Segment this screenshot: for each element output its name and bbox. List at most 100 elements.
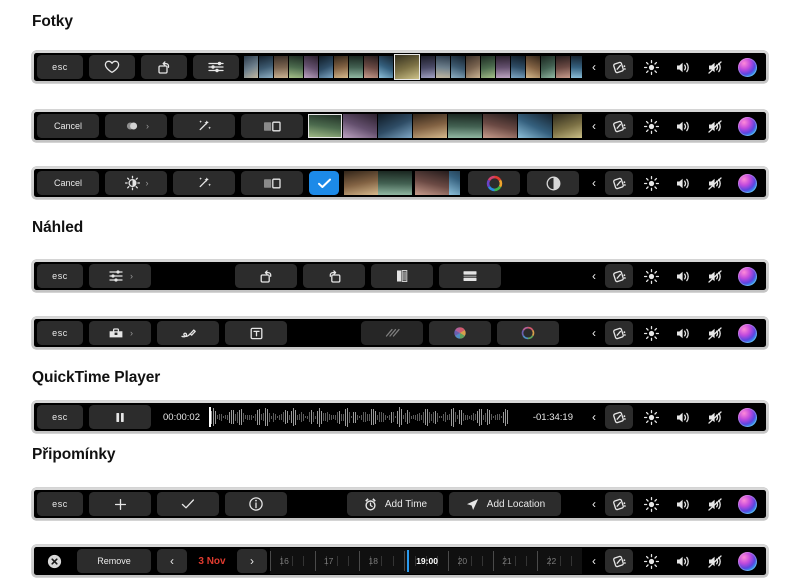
- photo-thumbnail[interactable]: [421, 56, 435, 78]
- esc-key[interactable]: esc: [37, 264, 83, 288]
- next-day-key[interactable]: ›: [237, 549, 267, 573]
- esc-key[interactable]: esc: [37, 55, 83, 79]
- keyboard-brightness-icon[interactable]: [605, 549, 633, 573]
- photo-thumbnail[interactable]: [518, 114, 552, 138]
- time-ruler-track[interactable]: 16 17 18 19:00 20 21 22: [270, 548, 582, 574]
- siri-icon[interactable]: [733, 114, 761, 138]
- photo-thumbnail[interactable]: [394, 54, 420, 80]
- display-brightness-icon[interactable]: [637, 55, 665, 79]
- photo-thumbnail[interactable]: [308, 114, 342, 138]
- photo-filmstrip[interactable]: [242, 53, 582, 81]
- time-ruler[interactable]: 16 17 18 19:00 20 21 22: [270, 547, 582, 575]
- photo-thumbnail[interactable]: [541, 56, 555, 78]
- rotate-right-key[interactable]: [303, 264, 365, 288]
- two-page-view-key[interactable]: [371, 264, 433, 288]
- audio-waveform-scrubber[interactable]: [208, 403, 524, 431]
- display-brightness-icon[interactable]: [637, 321, 665, 345]
- add-location-key[interactable]: Add Location: [449, 492, 561, 516]
- keyboard-brightness-icon[interactable]: [605, 405, 633, 429]
- photo-thumbnail[interactable]: [378, 114, 412, 138]
- photo-thumbnail[interactable]: [511, 56, 525, 78]
- esc-key[interactable]: esc: [37, 321, 83, 345]
- auto-enhance-key[interactable]: [173, 171, 235, 195]
- photo-thumbnail[interactable]: [556, 56, 570, 78]
- display-brightness-icon[interactable]: [637, 114, 665, 138]
- siri-icon[interactable]: [733, 321, 761, 345]
- info-key[interactable]: [225, 492, 287, 516]
- volume-up-icon[interactable]: [669, 264, 697, 288]
- mute-icon[interactable]: [701, 549, 729, 573]
- photo-thumbnail[interactable]: [436, 56, 450, 78]
- prev-day-key[interactable]: ‹: [157, 549, 187, 573]
- volume-up-icon[interactable]: [669, 171, 697, 195]
- text-box-key[interactable]: [225, 321, 287, 345]
- photo-thumbnail[interactable]: [449, 171, 460, 195]
- date-label[interactable]: 3 Nov: [187, 549, 237, 573]
- filmstrip-thumbnails[interactable]: [306, 112, 582, 140]
- photo-thumbnail[interactable]: [415, 171, 449, 195]
- esc-key[interactable]: esc: [37, 492, 83, 516]
- photo-thumbnail[interactable]: [571, 56, 582, 78]
- filters-key[interactable]: ›: [105, 114, 167, 138]
- photo-thumbnail[interactable]: [553, 114, 582, 138]
- expand-control-strip-icon[interactable]: ‹: [586, 492, 602, 516]
- display-brightness-icon[interactable]: [637, 264, 665, 288]
- volume-up-icon[interactable]: [669, 549, 697, 573]
- siri-icon[interactable]: [733, 55, 761, 79]
- photo-thumbnail[interactable]: [448, 114, 482, 138]
- selected-time-marker[interactable]: [406, 550, 410, 572]
- keyboard-brightness-icon[interactable]: [605, 264, 633, 288]
- volume-up-icon[interactable]: [669, 55, 697, 79]
- markup-key[interactable]: ›: [89, 321, 151, 345]
- stroke-color-key[interactable]: [497, 321, 559, 345]
- volume-up-icon[interactable]: [669, 492, 697, 516]
- add-key[interactable]: [89, 492, 151, 516]
- keyboard-brightness-icon[interactable]: [605, 321, 633, 345]
- volume-up-icon[interactable]: [669, 321, 697, 345]
- photo-thumbnail[interactable]: [244, 56, 258, 78]
- photo-thumbnail[interactable]: [289, 56, 303, 78]
- photo-thumbnail[interactable]: [378, 171, 412, 195]
- mute-icon[interactable]: [701, 321, 729, 345]
- photo-thumbnail[interactable]: [349, 56, 363, 78]
- volume-up-icon[interactable]: [669, 405, 697, 429]
- display-brightness-icon[interactable]: [637, 171, 665, 195]
- photo-thumbnail[interactable]: [274, 56, 288, 78]
- mute-icon[interactable]: [701, 405, 729, 429]
- color-key[interactable]: [468, 171, 520, 195]
- expand-control-strip-icon[interactable]: ‹: [586, 171, 602, 195]
- photo-thumbnail[interactable]: [379, 56, 393, 78]
- expand-control-strip-icon[interactable]: ‹: [586, 264, 602, 288]
- rotate-key[interactable]: [141, 55, 187, 79]
- waveform[interactable]: [208, 406, 524, 428]
- expand-control-strip-icon[interactable]: ‹: [586, 549, 602, 573]
- photo-thumbnail[interactable]: [413, 114, 447, 138]
- bw-key[interactable]: [527, 171, 579, 195]
- photo-thumbnail[interactable]: [344, 171, 378, 195]
- playhead[interactable]: [208, 407, 212, 427]
- mute-icon[interactable]: [701, 114, 729, 138]
- photo-thumbnail[interactable]: [334, 56, 348, 78]
- compare-key[interactable]: [241, 171, 303, 195]
- auto-enhance-key[interactable]: [173, 114, 235, 138]
- adjust-key[interactable]: ›: [89, 264, 151, 288]
- esc-key[interactable]: esc: [37, 405, 83, 429]
- continuous-scroll-key[interactable]: [439, 264, 501, 288]
- cancel-key[interactable]: Cancel: [37, 171, 99, 195]
- photo-thumbnail[interactable]: [319, 56, 333, 78]
- photo-thumbnail[interactable]: [481, 56, 495, 78]
- photo-thumbnail[interactable]: [343, 114, 377, 138]
- filmstrip-thumbnails[interactable]: [242, 53, 582, 81]
- compare-key[interactable]: [241, 114, 303, 138]
- mute-icon[interactable]: [701, 492, 729, 516]
- photo-thumbnail[interactable]: [304, 56, 318, 78]
- light-adjust-key[interactable]: ›: [105, 171, 167, 195]
- volume-up-icon[interactable]: [669, 114, 697, 138]
- mute-icon[interactable]: [701, 171, 729, 195]
- photo-thumbnail[interactable]: [466, 56, 480, 78]
- filter-preview-strip[interactable]: [306, 112, 582, 140]
- photo-thumbnail[interactable]: [526, 56, 540, 78]
- sketch-key[interactable]: [157, 321, 219, 345]
- line-style-key[interactable]: [361, 321, 423, 345]
- adjust-preview-strip[interactable]: [342, 169, 582, 197]
